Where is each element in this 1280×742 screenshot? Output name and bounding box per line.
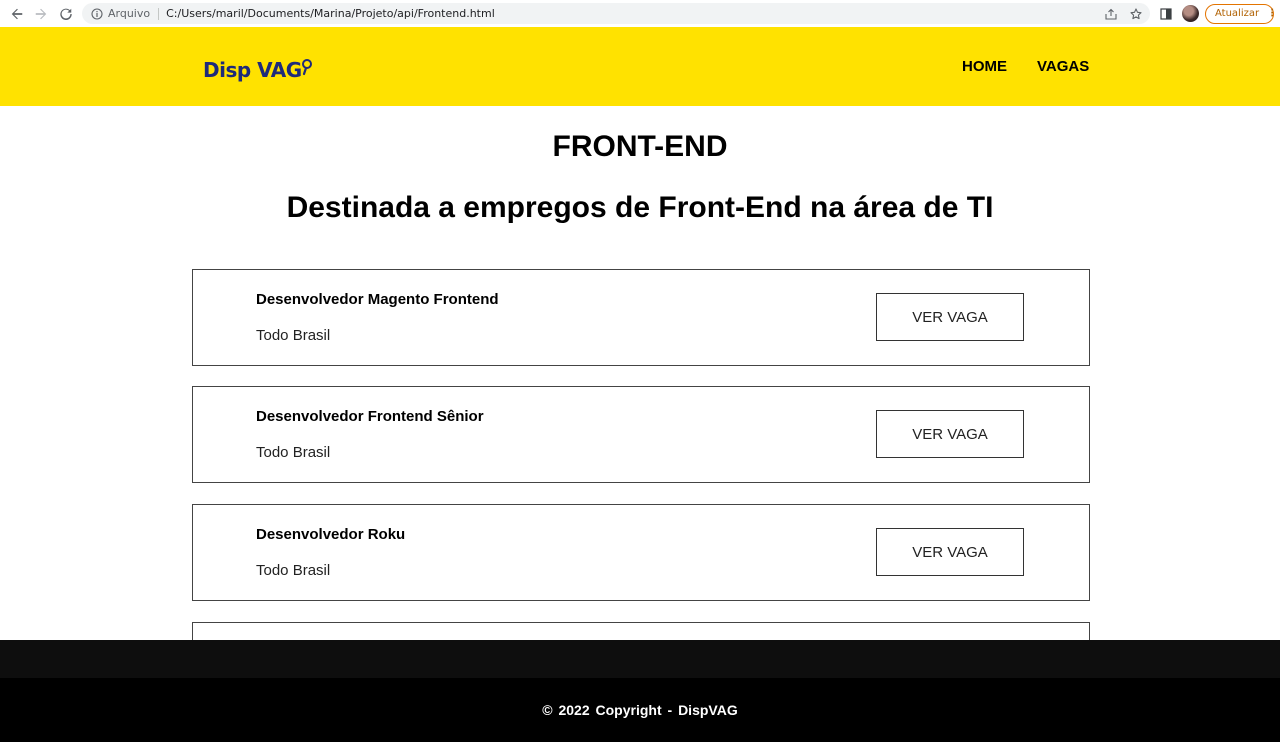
side-panel-icon[interactable] (1158, 6, 1174, 22)
job-location: Todo Brasil (256, 444, 331, 461)
forward-icon[interactable] (28, 0, 53, 27)
footer-band (0, 640, 1280, 678)
info-icon[interactable] (91, 7, 103, 20)
address-bar[interactable]: Arquivo C:/Users/maril/Documents/Marina/… (82, 3, 1150, 24)
logo-text: Disp VAG (203, 58, 302, 82)
view-job-button[interactable]: VER VAGA (876, 528, 1024, 576)
update-button-label: Atualizar (1215, 8, 1260, 19)
share-icon[interactable] (1105, 8, 1117, 20)
job-card: Desenvolvedor Roku Todo Brasil VER VAGA (192, 504, 1090, 601)
site-logo[interactable]: Disp VAG (203, 53, 313, 87)
bookmark-star-icon[interactable] (1130, 7, 1142, 20)
site-footer: © 2022 Copyright - DispVAG (0, 678, 1280, 742)
back-icon[interactable] (4, 0, 29, 27)
job-location: Todo Brasil (256, 327, 331, 344)
magnifier-icon (301, 59, 312, 76)
job-card: Desenvolvedor Magento Frontend Todo Bras… (192, 269, 1090, 366)
browser-toolbar: Arquivo C:/Users/maril/Documents/Marina/… (0, 0, 1280, 27)
nav-home-link[interactable]: HOME (962, 58, 1007, 75)
reload-icon[interactable] (53, 0, 78, 27)
job-location: Todo Brasil (256, 562, 331, 579)
view-job-button[interactable]: VER VAGA (876, 293, 1024, 341)
nav-vagas-link[interactable]: VAGAS (1037, 58, 1089, 75)
more-menu-icon: ⋮ (1267, 8, 1278, 19)
view-job-button[interactable]: VER VAGA (876, 410, 1024, 458)
main-nav: HOME VAGAS (962, 58, 1089, 75)
update-button[interactable]: Atualizar ⋮ (1205, 3, 1278, 24)
job-title: Desenvolvedor Frontend Sênior (256, 408, 484, 425)
profile-avatar[interactable] (1182, 5, 1199, 22)
copyright-text: © 2022 Copyright - DispVAG (542, 702, 738, 718)
job-title: Desenvolvedor Magento Frontend (256, 291, 499, 308)
job-card: Desenvolvedor Frontend Sênior Todo Brasi… (192, 386, 1090, 483)
url-text[interactable]: C:/Users/maril/Documents/Marina/Projeto/… (166, 7, 495, 20)
page-title: FRONT-END (552, 130, 728, 163)
job-title: Desenvolvedor Roku (256, 526, 406, 543)
site-header: Disp VAG HOME VAGAS (0, 27, 1280, 106)
omnibox-divider (158, 7, 160, 20)
page-subtitle: Destinada a empregos de Front-End na áre… (286, 191, 994, 224)
scheme-label: Arquivo (108, 7, 151, 20)
